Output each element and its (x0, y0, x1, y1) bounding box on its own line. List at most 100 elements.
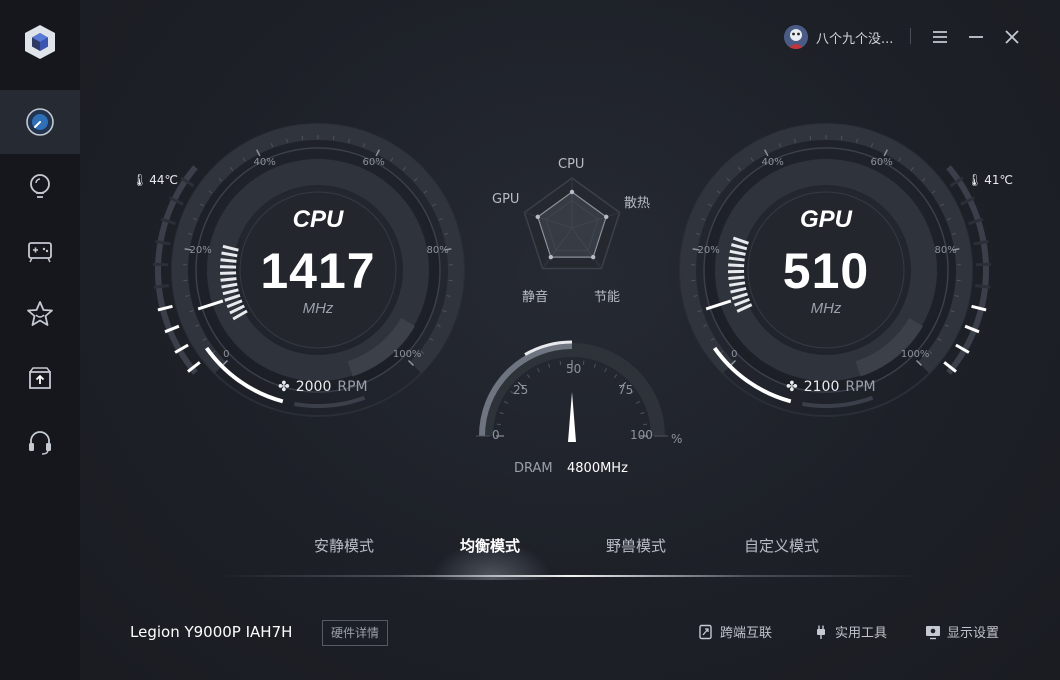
gpu-tick-label: 60% (870, 157, 893, 169)
plug-icon (817, 625, 825, 639)
dram-tick-mark (526, 374, 531, 379)
utility-tools-label: 实用工具 (835, 626, 888, 641)
display-settings-icon (926, 625, 940, 639)
cross-device-label: 跨端互联 (720, 626, 773, 641)
cpu-tick-label: 80% (426, 245, 449, 257)
cpu-tick-label: 20% (189, 245, 212, 257)
cross-device-link[interactable]: 跨端互联 (698, 622, 772, 641)
headset-icon (29, 431, 51, 455)
gpu-load-bar-segment (728, 263, 745, 268)
cpu-load-bar-segment (220, 258, 237, 263)
dram-gauge (476, 340, 668, 442)
dram-tick-mark (582, 360, 585, 365)
gpu-temperature-value: 41℃ (984, 173, 1013, 187)
cross-device-icon (699, 624, 712, 639)
tab-beast-mode[interactable]: 野兽模式 (606, 535, 666, 556)
cpu-frequency-value: 1417 (260, 243, 376, 299)
gpu-load-bar-segment (728, 256, 745, 262)
dram-tick-mark (640, 412, 645, 415)
dram-tick-mark (643, 423, 648, 426)
gauges-graphic (153, 123, 991, 442)
sidebar-item-favorites[interactable] (0, 282, 80, 346)
gpu-fan-rpm: 2100 (803, 379, 840, 395)
gamepad-icon (28, 242, 52, 263)
thermometer-icon: 🌡︎ (967, 173, 983, 187)
cpu-fan-speed: ✤ 2000 RPM (278, 379, 368, 395)
cpu-temp-segment (153, 284, 169, 289)
dram-tick: 75 (618, 383, 634, 397)
utility-tools-link[interactable]: 实用工具 (813, 622, 887, 641)
display-settings-label: 显示设置 (947, 626, 1000, 641)
gpu-temp-segment (975, 284, 991, 289)
star-icon (27, 301, 53, 326)
toolbox-upload-icon (29, 367, 51, 389)
gpu-fan-rpm-unit: RPM (845, 379, 876, 395)
cpu-load-bar-segment (220, 265, 237, 269)
dram-tick-mark (613, 374, 618, 379)
device-name: Legion Y9000P IAH7H (130, 623, 293, 641)
cpu-load-bar-segment (220, 271, 237, 275)
dram-tick-mark (635, 401, 640, 404)
dram-tick: 25 (513, 383, 529, 397)
sidebar (0, 0, 80, 680)
app-logo-icon (20, 22, 60, 62)
radar-point (569, 189, 575, 195)
thermometer-icon: 🌡︎ (132, 173, 148, 187)
dram-percent-unit: % (671, 432, 683, 446)
tab-custom-mode[interactable]: 自定义模式 (744, 535, 819, 556)
dram-tick-mark (537, 368, 540, 373)
cpu-tick-label: 40% (253, 157, 276, 169)
gpu-tick-label: 100% (900, 348, 930, 360)
dram-label: DRAM (514, 461, 553, 476)
radar-point (548, 254, 554, 260)
radar-label-cpu: CPU (558, 157, 585, 172)
cpu-tick-label: 100% (392, 348, 422, 360)
dram-frequency: 4800MHz (567, 461, 628, 476)
main-panel: 八个九个没... CPU 1417 MHz ✤ 2000 RPM 🌡︎ 44℃ … (80, 0, 1060, 680)
tab-quiet-mode[interactable]: 安静模式 (314, 535, 374, 556)
dram-tick: 0 (492, 428, 500, 442)
dram-tick-mark (548, 363, 551, 368)
sidebar-item-toolbox[interactable] (0, 346, 80, 410)
radar-point (590, 254, 596, 260)
radar-label-cooling: 散热 (624, 196, 651, 211)
dram-needle (568, 392, 576, 442)
tab-balanced-mode[interactable]: 均衡模式 (460, 535, 520, 556)
radar-point (535, 214, 540, 220)
sidebar-item-lighting[interactable] (0, 154, 80, 218)
fan-icon: ✤ (786, 379, 798, 395)
dram-tick-mark (593, 363, 596, 368)
radar-label-energy: 节能 (594, 290, 621, 305)
mode-tabs-underline (220, 575, 920, 577)
gpu-frequency-unit: MHz (810, 300, 842, 317)
cpu-fan-track (294, 395, 366, 408)
dram-tick-mark (499, 412, 504, 415)
gpu-load-bar-segment (728, 275, 745, 281)
cpu-temperature: 🌡︎ 44℃ (132, 173, 178, 187)
dram-tick-mark (604, 368, 607, 373)
gauge-icon (26, 108, 54, 136)
cpu-frequency-unit: MHz (302, 300, 334, 317)
dram-tick: 100 (630, 428, 653, 442)
sidebar-item-game[interactable] (0, 218, 80, 282)
lightbulb-icon (30, 174, 50, 198)
sidebar-item-dashboard[interactable] (0, 90, 80, 154)
gpu-frequency-value: 510 (782, 243, 870, 299)
cpu-fan-rpm: 2000 (295, 379, 332, 395)
cpu-gauge-title: CPU (292, 206, 344, 233)
cpu-tick-label: 0 (223, 348, 230, 360)
gpu-gauge-title: GPU (799, 206, 852, 233)
display-settings-link[interactable]: 显示设置 (925, 622, 999, 641)
cpu-temp-segment (153, 262, 169, 267)
fan-icon: ✤ (278, 379, 290, 395)
gpu-temp-segment (975, 262, 991, 267)
radar-point (604, 214, 609, 220)
cpu-temperature-value: 44℃ (149, 173, 178, 187)
performance-radar-chart (523, 177, 621, 270)
dram-tick-mark (496, 423, 501, 426)
hardware-details-button[interactable]: 硬件详情 (322, 620, 389, 646)
sidebar-item-support[interactable] (0, 410, 80, 474)
cpu-tick-label: 60% (362, 157, 385, 169)
gpu-tick-label: 0 (731, 348, 738, 360)
gpu-tick-label: 40% (761, 157, 784, 169)
